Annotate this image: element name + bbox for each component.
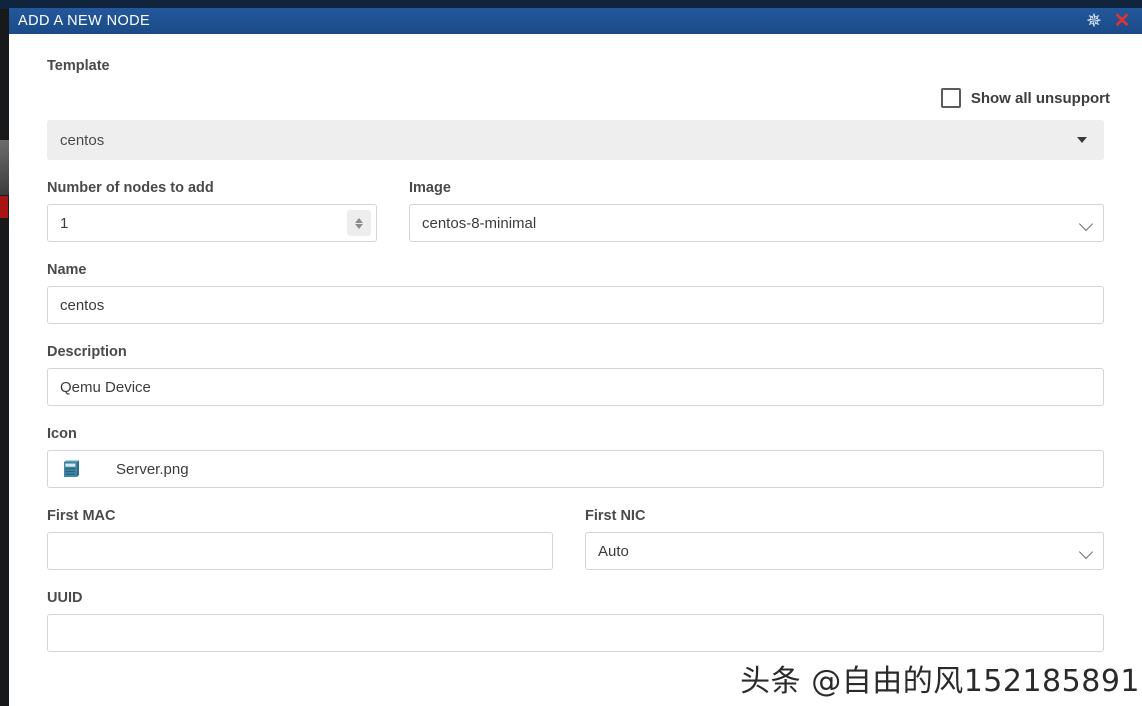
- node-form: Template Show all unsupport centos Numbe…: [9, 34, 1142, 706]
- mac-nic-row: First MAC First NIC Auto: [47, 508, 1104, 570]
- server-icon: [64, 460, 79, 477]
- backdrop-left-red-marker: [0, 196, 8, 218]
- icon-filename: Server.png: [116, 460, 189, 478]
- close-icon-glyph: ✕: [1113, 10, 1131, 32]
- uuid-input[interactable]: [47, 614, 1104, 652]
- first-nic-field: First NIC Auto: [585, 508, 1104, 570]
- first-mac-label: First MAC: [47, 508, 116, 524]
- dialog-title: ADD A NEW NODE: [18, 13, 151, 29]
- nodes-image-row: Number of nodes to add Image centos-8-mi…: [47, 180, 1104, 242]
- name-field: Name: [47, 262, 1104, 324]
- show-unsupported-checkbox[interactable]: [940, 88, 961, 108]
- add-new-node-dialog: ADD A NEW NODE ✵ ✕ Template Show all uns…: [9, 8, 1142, 706]
- first-mac-field: First MAC: [47, 508, 553, 570]
- show-unsupported-row: Show all unsupport: [53, 88, 1110, 108]
- description-input[interactable]: [47, 368, 1104, 406]
- image-select[interactable]: centos-8-minimal: [409, 204, 1104, 242]
- image-field: Image centos-8-minimal: [409, 180, 1104, 242]
- dialog-title-bar: ADD A NEW NODE ✵ ✕: [9, 8, 1142, 34]
- stepper-up-icon[interactable]: [355, 217, 363, 223]
- icon-label: Icon: [47, 426, 77, 442]
- stepper-down-icon[interactable]: [355, 223, 363, 229]
- close-icon[interactable]: ✕: [1108, 9, 1136, 33]
- backdrop-left-graphic: [0, 140, 9, 195]
- chevron-down-icon: [1077, 137, 1087, 143]
- template-dropdown[interactable]: centos: [47, 120, 1104, 160]
- image-selected-value: centos-8-minimal: [422, 214, 537, 232]
- uuid-field: UUID: [47, 590, 1104, 652]
- nodes-to-add-label: Number of nodes to add: [47, 180, 214, 196]
- icon-field: Icon Server.png: [47, 426, 1104, 488]
- uuid-label: UUID: [47, 590, 83, 606]
- first-nic-label: First NIC: [585, 508, 646, 524]
- icon-picker[interactable]: Server.png: [47, 450, 1104, 488]
- nodes-to-add-input[interactable]: [47, 204, 377, 242]
- first-nic-selected-value: Auto: [598, 542, 629, 560]
- gear-icon-glyph: ✵: [1086, 10, 1102, 32]
- image-label: Image: [409, 180, 451, 196]
- description-field: Description: [47, 344, 1104, 406]
- description-label: Description: [47, 344, 127, 360]
- template-field: centos: [47, 120, 1104, 160]
- nodes-to-add-field: Number of nodes to add: [47, 180, 377, 242]
- template-selected-value: centos: [60, 131, 105, 149]
- template-label: Template: [47, 58, 110, 74]
- first-nic-select[interactable]: Auto: [585, 532, 1104, 570]
- name-label: Name: [47, 262, 87, 278]
- show-unsupported-label: Show all unsupport: [970, 89, 1110, 107]
- first-mac-input[interactable]: [47, 532, 553, 570]
- gear-icon[interactable]: ✵: [1080, 9, 1108, 33]
- name-input[interactable]: [47, 286, 1104, 324]
- nodes-to-add-stepper[interactable]: [347, 210, 371, 236]
